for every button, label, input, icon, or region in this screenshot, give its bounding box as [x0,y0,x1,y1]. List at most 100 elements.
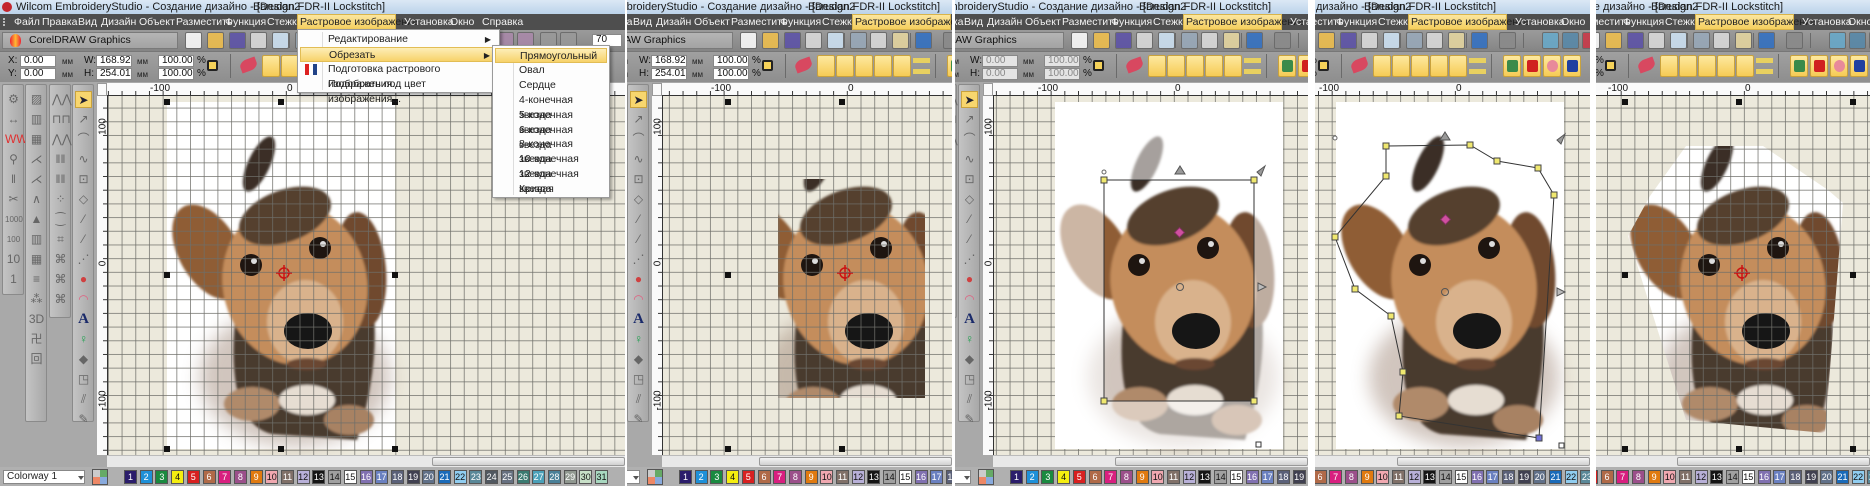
toolbox-tool[interactable]: ✎ [630,411,647,428]
toolbox-tool[interactable]: ⁄ [961,211,978,228]
bitmap-image-icon[interactable] [947,55,952,77]
color-swatch[interactable]: 11 [281,470,294,484]
color-swatch[interactable]: 20 [1533,470,1547,484]
toolbox-tool[interactable]: ♀ [75,331,92,348]
color-swatch[interactable]: 14 [1439,470,1453,484]
color-swatch[interactable]: 27 [532,470,546,484]
selection-handle[interactable] [725,446,731,452]
undo-icon[interactable] [1471,32,1488,49]
satin-icon[interactable] [817,55,835,77]
color-swatch[interactable]: 15 [343,470,357,484]
lock-proportions-icon[interactable] [1318,60,1329,71]
save-icon[interactable] [784,32,801,49]
toolbox-tool[interactable]: ⌒ [75,131,92,148]
color-swatch[interactable]: 6 [1088,470,1102,484]
toolbox-tool[interactable]: 回 [28,351,45,368]
color-swatch[interactable]: 19 [1292,470,1306,484]
toolbox-tool[interactable]: ⫽ [961,391,978,408]
toolbox-tool[interactable]: ◠ [630,291,647,308]
color-swatch[interactable]: 28 [547,470,561,484]
selection-handle[interactable] [278,446,284,452]
menu-item[interactable]: Вид [631,14,654,30]
toolbox-tool[interactable]: ≡ [28,271,45,288]
selection-handle[interactable] [839,99,845,105]
toolbox-tool[interactable]: ⁐ [52,211,69,228]
toolbox-tool[interactable]: A [630,311,647,328]
color-swatch[interactable]: 17 [1486,470,1500,484]
menu-item[interactable]: Функция [1334,14,1379,30]
print-icon[interactable] [1648,32,1665,49]
toolbox-tool[interactable]: ♀ [630,331,647,348]
toolbox-tool[interactable]: ➤ [75,91,92,108]
color-swatch[interactable]: 8 [1631,470,1645,484]
color-swatch[interactable]: 15 [1229,470,1243,484]
toolbox-tool[interactable]: ∿ [75,151,92,168]
scale-height-field[interactable]: 100.00 [713,68,749,80]
toolbox-tool[interactable]: ⋀⋀ [52,91,72,108]
toolbox-tool[interactable]: ▥ [28,231,45,248]
print-icon[interactable] [805,32,822,49]
width-field[interactable]: 0.00 [982,55,1018,67]
selection-handle[interactable] [1622,99,1628,105]
menu-item[interactable]: Объект [692,14,732,30]
print-icon[interactable] [1136,32,1153,49]
color-swatch[interactable]: 17 [930,470,944,484]
color-swatch[interactable]: 9 [1135,470,1149,484]
copy-icon[interactable] [1201,32,1218,49]
toolbox-tool[interactable]: ◇ [75,191,92,208]
color-swatch[interactable]: 18 [945,470,952,484]
menu-item[interactable]: Объект [1023,14,1063,30]
toolbox-tool[interactable]: 10 [5,251,22,268]
color-swatch[interactable]: 9 [1360,470,1374,484]
toolbox-tool[interactable]: ◆ [630,351,647,368]
color-swatch[interactable]: 16 [1245,470,1259,484]
color-swatch[interactable]: 6 [202,470,216,484]
run-line-icon[interactable] [1430,55,1448,77]
design-canvas[interactable] [993,96,1308,455]
satin-icon[interactable] [1660,55,1678,77]
color-swatch[interactable]: 17 [1773,470,1787,484]
menu-item[interactable]: Окно [448,14,476,30]
color-swatch[interactable]: 2 [139,470,153,484]
print-preview-icon[interactable] [1383,32,1400,49]
toolbox-tool[interactable]: ◳ [961,371,978,388]
open-folder-icon[interactable] [1093,32,1110,49]
design-check-icon[interactable] [1582,32,1590,49]
redo-icon[interactable] [1499,32,1516,49]
toolbox-tool[interactable]: ● [75,271,92,288]
color-swatch[interactable]: 23 [469,470,483,484]
color-swatch[interactable]: 14 [328,470,342,484]
paste-icon[interactable] [892,32,909,49]
crop-shape-option[interactable]: 8-конечная звезда [495,137,607,165]
color-swatch[interactable]: 18 [1501,470,1515,484]
copy-icon[interactable] [1426,32,1443,49]
color-swatch[interactable]: 18 [1276,470,1290,484]
toolbox-tool[interactable]: ⫽ [630,391,647,408]
color-swatch[interactable]: 16 [359,470,373,484]
color-swatch[interactable]: 20 [422,470,436,484]
x-field[interactable]: 0.00 [20,55,56,67]
color-swatch[interactable]: 22 [1851,470,1865,484]
satin-icon[interactable] [262,55,280,77]
toolbox-tool[interactable]: ✂ [5,191,22,208]
color-swatch[interactable]: 24 [485,470,499,484]
satin-icon[interactable] [1373,55,1391,77]
heart-icon[interactable] [1543,55,1561,77]
menu-item[interactable]: Функция [223,14,268,30]
toolbox-tool[interactable]: A [75,311,92,328]
horizontal-scrollbar[interactable] [1596,455,1870,467]
design-canvas[interactable] [662,96,952,455]
color-swatch[interactable]: 16 [914,470,928,484]
lock-proportions-icon[interactable] [1093,60,1104,71]
save-icon[interactable] [1340,32,1357,49]
redo-icon[interactable] [1786,32,1803,49]
selection-handle[interactable] [1850,272,1856,278]
color-swatch[interactable]: 11 [836,470,849,484]
fish-icon[interactable] [1756,58,1773,74]
toolbox-tool[interactable]: ▨ [28,91,45,108]
trident-icon[interactable] [1449,55,1467,77]
colorway-dropdown-icon[interactable] [78,476,84,483]
color-swatch[interactable]: 12 [1182,470,1196,484]
save-icon[interactable] [1115,32,1132,49]
selection-handle[interactable] [725,99,731,105]
